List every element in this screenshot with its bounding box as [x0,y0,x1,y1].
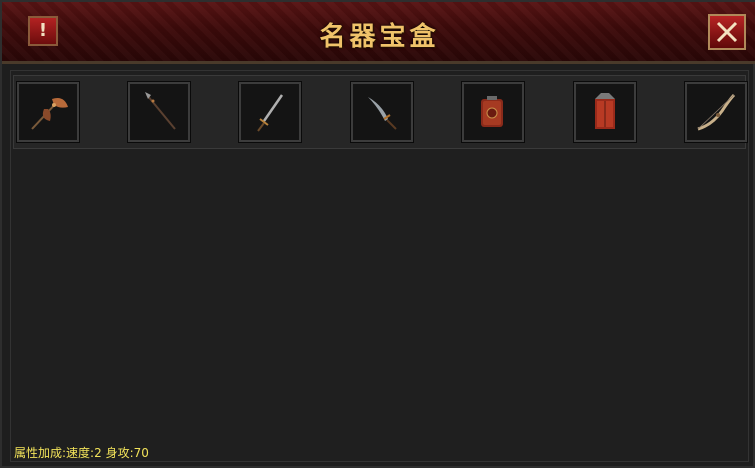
attack-label: 身攻: [105,446,134,460]
armor-icon [595,93,615,129]
slot-bow[interactable] [684,81,748,143]
content-panel [10,70,749,462]
axe-icon [31,98,68,130]
treasure-box-window: ! 名器宝盒 属性加成:速度:2 身攻:70 [0,0,755,468]
spear-icon [145,92,176,130]
attribute-bonus-text: 属性加成:速度:2 身攻:70 [14,444,149,461]
round-shield-icon [481,96,503,127]
attack-value: 70 [133,446,149,460]
bow-icon [697,93,736,131]
slot-blade[interactable] [350,81,414,143]
speed-label: 速度: [66,446,95,460]
slot-axe[interactable] [16,81,80,143]
attribute-label: 属性加成: [14,446,67,460]
slot-sword[interactable] [238,81,302,143]
window-title: 名器宝盒 [319,22,440,52]
slot-spear[interactable] [127,81,191,143]
close-button[interactable] [708,14,746,50]
item-slot-row [13,75,748,149]
slot-armor[interactable] [573,81,637,143]
title-bar: ! 名器宝盒 [2,2,755,64]
sword-icon [257,94,284,132]
slot-shield[interactable] [461,81,525,143]
blade-icon [368,97,397,130]
speed-value: 2 [94,446,102,460]
close-x-icon [716,21,738,43]
